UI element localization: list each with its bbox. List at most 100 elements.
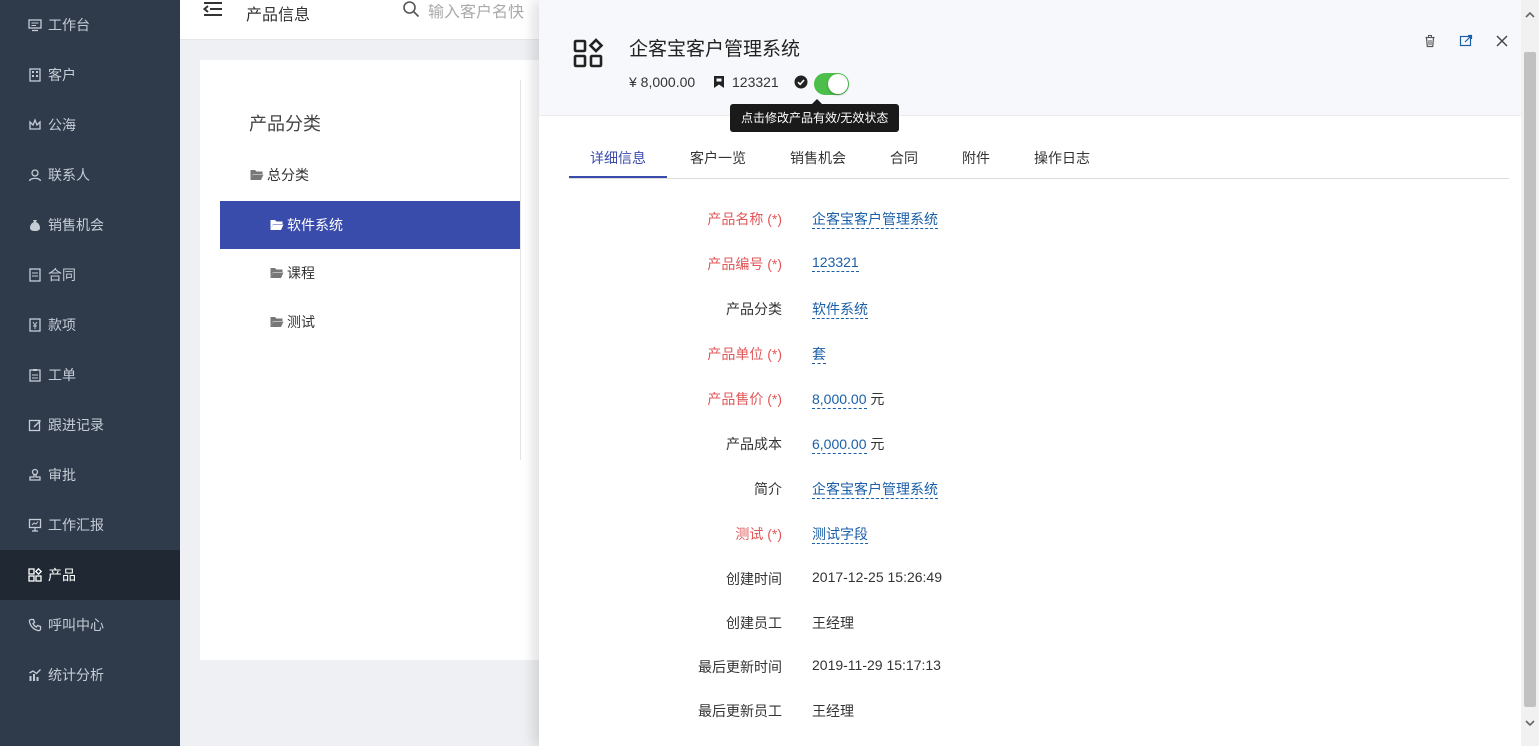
folder-open-icon bbox=[270, 220, 284, 230]
sidebar-item-label: 联系人 bbox=[48, 167, 90, 183]
product-code-value[interactable]: 123321 bbox=[812, 254, 859, 272]
sidebar-item-products[interactable]: 产品 bbox=[0, 550, 180, 600]
product-unit-value[interactable]: 套 bbox=[812, 346, 826, 364]
clipboard-icon bbox=[28, 368, 42, 382]
field-label-test: 测试 (*) bbox=[735, 526, 782, 542]
product-code: 123321 bbox=[732, 74, 779, 90]
category-label: 总分类 bbox=[267, 167, 309, 183]
sidebar-item-label: 款项 bbox=[48, 317, 76, 333]
scroll-up-arrow-icon[interactable] bbox=[1521, 6, 1539, 24]
sidebar-item-followups[interactable]: 跟进记录 bbox=[0, 400, 180, 450]
status-tooltip: 点击修改产品有效/无效状态 bbox=[730, 99, 900, 132]
sidebar-item-label: 工单 bbox=[48, 367, 76, 383]
sidebar-item-statistics[interactable]: 统计分析 bbox=[0, 650, 180, 700]
product-category-value[interactable]: 软件系统 bbox=[812, 301, 868, 319]
category-item-root[interactable]: 总分类 bbox=[220, 151, 520, 199]
sidebar-item-label: 跟进记录 bbox=[48, 417, 104, 433]
tab-customers[interactable]: 客户一览 bbox=[679, 140, 757, 178]
sidebar-item-label: 工作台 bbox=[48, 17, 90, 33]
field-label-code: 产品编号 (*) bbox=[707, 256, 782, 272]
search-input[interactable] bbox=[428, 4, 548, 22]
tab-details[interactable]: 详细信息 bbox=[569, 140, 667, 178]
category-item-courses[interactable]: 课程 bbox=[220, 249, 520, 297]
field-label-created-by: 创建员工 bbox=[726, 615, 782, 631]
close-icon[interactable] bbox=[1495, 34, 1509, 48]
sidebar-item-label: 客户 bbox=[48, 67, 76, 83]
field-label-price: 产品售价 (*) bbox=[707, 391, 782, 407]
field-value-code: 123321 bbox=[812, 254, 859, 272]
category-panel: 产品分类 总分类 软件系统 课程 测试 bbox=[200, 60, 560, 660]
created-by-value: 王经理 bbox=[812, 615, 854, 631]
sidebar-item-approvals[interactable]: 审批 bbox=[0, 450, 180, 500]
scrollbar[interactable] bbox=[1521, 0, 1539, 746]
payment-icon bbox=[28, 318, 42, 332]
sidebar-item-label: 统计分析 bbox=[48, 667, 104, 683]
sidebar-item-label: 公海 bbox=[48, 117, 76, 133]
field-label-name: 产品名称 (*) bbox=[707, 211, 782, 227]
field-label-unit: 产品单位 (*) bbox=[707, 346, 782, 362]
sidebar-item-dashboard[interactable]: 工作台 bbox=[0, 0, 180, 50]
product-cost-value[interactable]: 6,000.00 bbox=[812, 436, 867, 454]
product-price-value[interactable]: 8,000.00 bbox=[812, 391, 867, 409]
building-icon bbox=[28, 68, 42, 82]
divider bbox=[520, 80, 521, 460]
presentation-icon bbox=[28, 518, 42, 532]
sidebar-item-customers[interactable]: 客户 bbox=[0, 50, 180, 100]
folder-open-icon bbox=[270, 268, 284, 278]
tab-opportunities[interactable]: 销售机会 bbox=[779, 140, 857, 178]
field-value-price: 8,000.00 元 bbox=[812, 389, 884, 409]
category-label: 软件系统 bbox=[287, 217, 343, 233]
category-panel-title: 产品分类 bbox=[249, 114, 321, 134]
updated-by-value: 王经理 bbox=[812, 703, 854, 719]
field-label-category: 产品分类 bbox=[726, 301, 782, 317]
tab-operation-log[interactable]: 操作日志 bbox=[1023, 140, 1101, 178]
sidebar-item-contracts[interactable]: 合同 bbox=[0, 250, 180, 300]
tab-attachments[interactable]: 附件 bbox=[951, 140, 1001, 178]
sidebar-item-tickets[interactable]: 工单 bbox=[0, 350, 180, 400]
sidebar-item-call-center[interactable]: 呼叫中心 bbox=[0, 600, 180, 650]
contract-icon bbox=[28, 268, 42, 282]
category-item-software[interactable]: 软件系统 bbox=[220, 201, 520, 249]
product-summary-value[interactable]: 企客宝客户管理系统 bbox=[812, 481, 938, 499]
open-external-icon[interactable] bbox=[1459, 34, 1473, 48]
field-value-cost: 6,000.00 元 bbox=[812, 434, 884, 454]
field-value-unit: 套 bbox=[812, 344, 826, 364]
scroll-down-arrow-icon[interactable] bbox=[1521, 714, 1539, 732]
user-icon bbox=[28, 168, 42, 182]
category-item-test[interactable]: 测试 bbox=[220, 298, 520, 346]
sidebar-item-contacts[interactable]: 联系人 bbox=[0, 150, 180, 200]
currency-unit: 元 bbox=[866, 436, 885, 452]
grid-icon bbox=[28, 568, 42, 582]
field-label-cost: 产品成本 bbox=[726, 436, 782, 452]
scrollbar-thumb[interactable] bbox=[1524, 52, 1536, 707]
product-grid-icon bbox=[573, 38, 604, 68]
menu-toggle-icon[interactable] bbox=[202, 0, 224, 20]
sidebar-item-label: 产品 bbox=[48, 567, 76, 583]
test-field-value[interactable]: 测试字段 bbox=[812, 526, 868, 544]
sidebar-item-label: 工作汇报 bbox=[48, 517, 104, 533]
sidebar-item-work-reports[interactable]: 工作汇报 bbox=[0, 500, 180, 550]
sidebar-item-label: 销售机会 bbox=[48, 217, 104, 233]
page-title: 产品信息 bbox=[246, 7, 311, 24]
sidebar-item-opportunities[interactable]: 销售机会 bbox=[0, 200, 180, 250]
field-label-created-at: 创建时间 bbox=[726, 571, 782, 587]
crown-icon bbox=[28, 118, 42, 132]
chart-icon bbox=[28, 668, 42, 682]
field-label-updated-by: 最后更新员工 bbox=[698, 703, 782, 719]
search-icon[interactable] bbox=[402, 0, 420, 18]
folder-open-icon bbox=[270, 317, 284, 327]
money-bag-icon bbox=[28, 218, 42, 232]
product-title: 企客宝客户管理系统 bbox=[629, 39, 801, 60]
folder-open-icon bbox=[250, 170, 264, 180]
product-status-toggle[interactable] bbox=[814, 73, 849, 95]
product-name-value[interactable]: 企客宝客户管理系统 bbox=[812, 211, 938, 229]
sidebar-item-label: 审批 bbox=[48, 467, 76, 483]
field-value-summary: 企客宝客户管理系统 bbox=[812, 479, 938, 499]
tab-contracts[interactable]: 合同 bbox=[879, 140, 929, 178]
sidebar-item-payments[interactable]: 款项 bbox=[0, 300, 180, 350]
edit-icon bbox=[28, 418, 42, 432]
sidebar-item-public-pool[interactable]: 公海 bbox=[0, 100, 180, 150]
product-detail-drawer: 企客宝客户管理系统 ¥ 8,000.00 123321 点击修改产品有效/无效状… bbox=[539, 0, 1521, 746]
delete-icon[interactable] bbox=[1423, 34, 1437, 48]
sidebar-item-label: 呼叫中心 bbox=[48, 617, 104, 633]
